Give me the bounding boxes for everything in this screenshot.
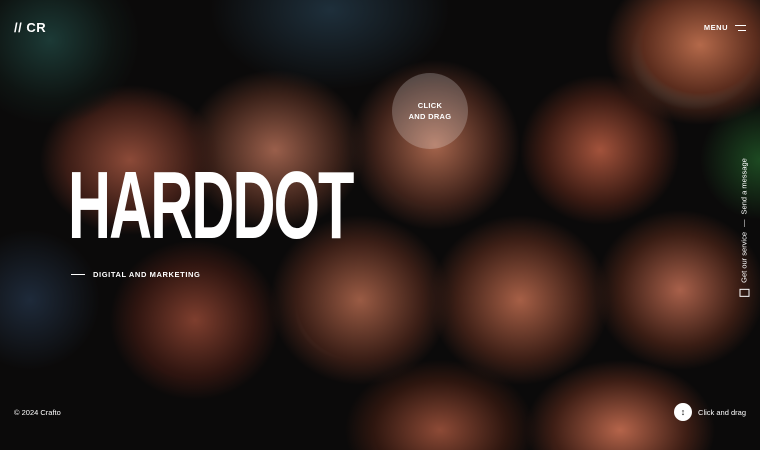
copyright-text: © 2024 Crafto (14, 408, 61, 417)
hero-headline: HARDDOT (68, 152, 354, 259)
send-message-link[interactable]: Send a message (740, 158, 749, 214)
mail-icon (739, 288, 749, 297)
menu-button[interactable]: MENU (704, 23, 746, 32)
drag-cursor-circle: CLICK AND DRAG (392, 73, 468, 149)
subline-text: DIGITAL AND MARKETING (93, 270, 201, 279)
up-down-arrow-icon: ↕ (674, 403, 693, 421)
side-separator: — (739, 219, 749, 227)
get-service-link[interactable]: Get our service (740, 232, 749, 283)
hero-subline: DIGITAL AND MARKETING (71, 270, 200, 279)
hamburger-icon (735, 24, 746, 31)
site-logo[interactable]: // CR (14, 20, 46, 35)
drag-hint-text: CLICK AND DRAG (408, 101, 452, 121)
click-and-drag-label: Click and drag (698, 407, 746, 417)
menu-label: MENU (703, 23, 728, 32)
hero-background[interactable]: // CR MENU CLICK AND DRAG HARDDOT DIGITA… (0, 0, 760, 450)
click-and-drag-control[interactable]: ↕ Click and drag (674, 403, 746, 421)
side-contact-links: Get our service — Send a message (739, 158, 749, 298)
subline-rule (71, 274, 85, 275)
